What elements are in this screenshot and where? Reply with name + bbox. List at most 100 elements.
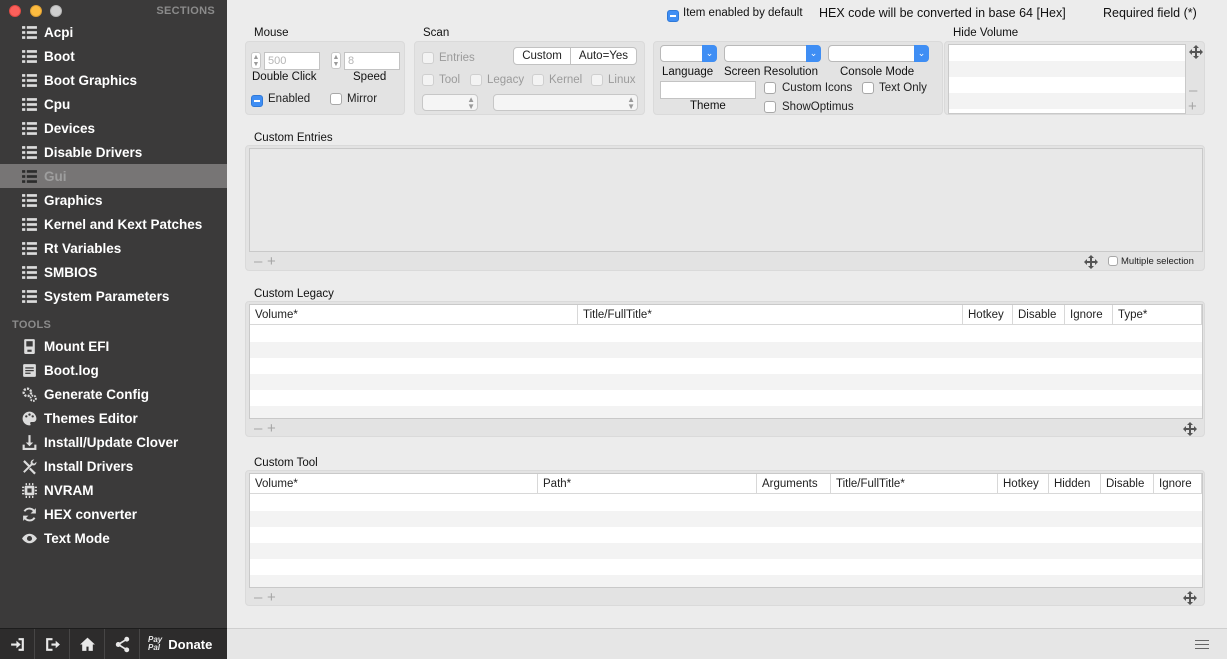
sidebar-item-text-mode[interactable]: Text Mode [0, 526, 227, 550]
custom-legacy-remove-button[interactable]: – [254, 421, 262, 436]
sidebar-item-rt-variables[interactable]: Rt Variables [0, 236, 227, 260]
sidebar-item-hex-converter[interactable]: HEX converter [0, 502, 227, 526]
mouse-title: Mouse [254, 27, 289, 39]
scan-auto-segment[interactable]: Auto=Yes [571, 48, 636, 64]
sidebar-item-smbios[interactable]: SMBIOS [0, 260, 227, 284]
screen-resolution-label: Screen Resolution [724, 66, 818, 78]
sidebar-bottom-bar: Pay Pal Donate [0, 628, 227, 659]
home-button[interactable] [70, 628, 105, 659]
list-icon [20, 215, 38, 233]
column-header-disable[interactable]: Disable [1013, 305, 1065, 324]
speed-label: Speed [353, 71, 387, 83]
sidebar-item-acpi[interactable]: Acpi [0, 20, 227, 44]
column-header-volume[interactable]: Volume* [250, 474, 538, 493]
hide-volume-list[interactable] [948, 44, 1186, 114]
sidebar-item-themes-editor[interactable]: Themes Editor [0, 406, 227, 430]
export-button[interactable] [35, 628, 70, 659]
tools-heading: TOOLS [12, 319, 52, 331]
column-header-ignore[interactable]: Ignore [1065, 305, 1113, 324]
sidebar-item-system-parameters[interactable]: System Parameters [0, 284, 227, 308]
theme-input[interactable] [660, 81, 756, 99]
zoom-window-button[interactable] [50, 5, 62, 17]
scan-custom-segment[interactable]: Custom [514, 48, 571, 64]
column-header-disable[interactable]: Disable [1101, 474, 1154, 493]
speed-input[interactable]: 8 [344, 52, 400, 70]
close-window-button[interactable] [9, 5, 21, 17]
column-header-ignore[interactable]: Ignore [1154, 474, 1202, 493]
list-icon [20, 191, 38, 209]
scan-entries-checkbox[interactable] [422, 52, 434, 64]
custom-tool-add-button[interactable]: + [267, 590, 276, 605]
show-optimus-checkbox[interactable] [764, 101, 776, 113]
sidebar-item-disable-drivers[interactable]: Disable Drivers [0, 140, 227, 164]
multiple-selection-checkbox[interactable] [1108, 256, 1118, 266]
hide-volume-add-button[interactable]: + [1188, 99, 1197, 114]
scan-kernel-checkbox[interactable] [532, 74, 544, 86]
sidebar-item-install-drivers[interactable]: Install Drivers [0, 454, 227, 478]
custom-icons-checkbox[interactable] [764, 82, 776, 94]
column-header-hotkey[interactable]: Hotkey [998, 474, 1049, 493]
sidebar-item-generate-config[interactable]: Generate Config [0, 382, 227, 406]
custom-legacy-add-button[interactable]: + [267, 421, 276, 436]
minimize-window-button[interactable] [30, 5, 42, 17]
scan-legacy-checkbox[interactable] [470, 74, 482, 86]
language-label: Language [662, 66, 714, 78]
donate-button[interactable]: Pay Pal Donate [140, 636, 212, 652]
custom-entries-add-button[interactable]: + [267, 254, 276, 269]
scan-linux-checkbox[interactable] [591, 74, 603, 86]
sidebar-item-mount-efi[interactable]: Mount EFI [0, 334, 227, 358]
sidebar-item-boot-log[interactable]: Boot.log [0, 358, 227, 382]
sidebar-item-nvram[interactable]: NVRAM [0, 478, 227, 502]
sidebar-item-cpu[interactable]: Cpu [0, 92, 227, 116]
column-header-title-fulltitle[interactable]: Title/FullTitle* [578, 305, 963, 324]
chevron-down-icon: ⌄ [914, 45, 929, 62]
sidebar-item-graphics[interactable]: Graphics [0, 188, 227, 212]
move-icon[interactable] [1188, 44, 1204, 63]
column-header-title-fulltitle[interactable]: Title/FullTitle* [831, 474, 998, 493]
column-header-path[interactable]: Path* [538, 474, 757, 493]
list-icon [20, 287, 38, 305]
scan-tool-checkbox[interactable] [422, 74, 434, 86]
share-icon [115, 636, 129, 652]
column-header-arguments[interactable]: Arguments [757, 474, 831, 493]
column-header-type[interactable]: Type* [1113, 305, 1202, 324]
import-button[interactable] [0, 628, 35, 659]
column-header-volume[interactable]: Volume* [250, 305, 578, 324]
sidebar-item-devices[interactable]: Devices [0, 116, 227, 140]
sidebar-item-boot[interactable]: Boot [0, 44, 227, 68]
custom-tool-table[interactable]: Volume* Path* Arguments Title/FullTitle* Hot… [249, 473, 1203, 588]
sidebar-item-boot-graphics[interactable]: Boot Graphics [0, 68, 227, 92]
custom-tool-remove-button[interactable]: – [254, 590, 262, 605]
mouse-enabled-checkbox[interactable] [251, 94, 263, 107]
sidebar-item-kernel-and-kext-patches[interactable]: Kernel and Kext Patches [0, 212, 227, 236]
custom-legacy-table[interactable]: Volume* Title/FullTitle* Hotkey Disable Igno… [249, 304, 1203, 419]
donate-label: Donate [168, 636, 213, 652]
move-icon[interactable] [1182, 590, 1198, 609]
mouse-mirror-checkbox[interactable] [330, 93, 342, 105]
move-icon[interactable] [1083, 254, 1099, 273]
list-icon [20, 143, 38, 161]
sidebar-item-install-update-clover[interactable]: Install/Update Clover [0, 430, 227, 454]
scan-legacy-popup[interactable]: ▲ ▼ [422, 94, 478, 111]
speed-stepper[interactable]: ▲ ▼ [331, 52, 341, 69]
move-icon[interactable] [1182, 421, 1198, 440]
list-icon [20, 263, 38, 281]
hide-volume-group: – + [944, 41, 1205, 115]
menu-icon[interactable] [1195, 640, 1209, 652]
column-header-hidden[interactable]: Hidden [1049, 474, 1101, 493]
double-click-input[interactable]: 500 [264, 52, 320, 70]
share-button[interactable] [105, 628, 140, 659]
console-mode-popup[interactable]: ⌄ [828, 45, 929, 62]
custom-entries-list[interactable] [249, 148, 1203, 252]
language-popup[interactable]: ⌄ [660, 45, 717, 62]
text-only-checkbox[interactable] [862, 82, 874, 94]
hide-volume-remove-button[interactable]: – [1189, 83, 1197, 98]
custom-entries-remove-button[interactable]: – [254, 254, 262, 269]
mouse-group: ▲ ▼ 500 Double Click ▲ ▼ 8 Speed Enabled M… [245, 41, 405, 115]
column-header-hotkey[interactable]: Hotkey [963, 305, 1013, 324]
custom-legacy-group: Volume* Title/FullTitle* Hotkey Disable Igno… [245, 301, 1205, 437]
sidebar-item-gui[interactable]: Gui [0, 164, 227, 188]
screen-resolution-popup[interactable]: ⌄ [724, 45, 821, 62]
double-click-stepper[interactable]: ▲ ▼ [251, 52, 261, 69]
scan-linux-popup[interactable]: ▲ ▼ [493, 94, 638, 111]
